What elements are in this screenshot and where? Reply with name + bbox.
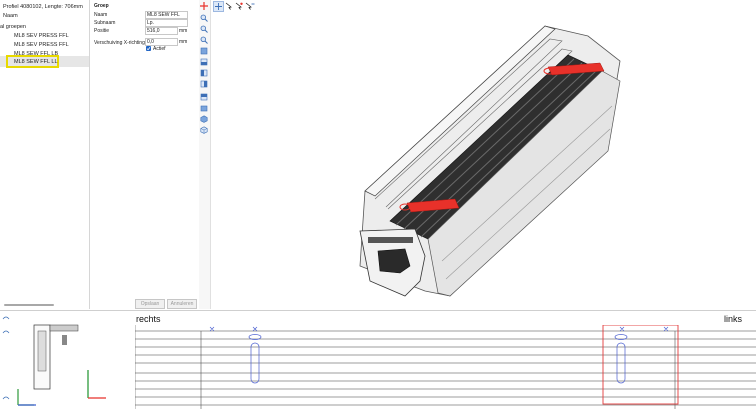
section-insert [377,248,411,274]
view-iso-icon[interactable] [200,115,208,123]
profile-side-view [135,325,756,409]
tree-group-label: al groepen [0,24,26,30]
tree-column-header[interactable]: Naam [3,12,18,20]
view-bottom-icon[interactable] [200,104,208,112]
position-field[interactable]: 516,0 [145,27,178,35]
tree-horizontal-scrollbar[interactable] [4,304,54,306]
name-field[interactable]: ML8 SEW FFL [145,11,188,19]
active-label: Actief [153,46,166,52]
view-top-icon[interactable] [200,47,208,55]
tree-item[interactable]: ML8 SEV PRESS FFL [14,41,69,49]
tree-panel: Profiel 4080102, Lengte: 706mm Naam al g… [0,0,90,309]
offset-unit: mm [179,39,188,45]
prop-label-subname: Subnaam [94,20,116,26]
section-gasket [368,237,413,243]
cancel-button[interactable]: Annuleren [167,299,197,309]
properties-section-title: Groep [94,3,109,9]
view-front-icon[interactable] [200,58,208,66]
tree-group-node[interactable]: al groepen [0,23,26,31]
view-right-icon[interactable] [200,80,208,88]
tree-item[interactable]: ML8 SEV PRESS FFL [14,32,69,40]
bottom-panel: rechts links [0,310,756,409]
crosshair-icon[interactable] [200,2,208,10]
tree-item-selected[interactable]: ML8 SEW FFL LL [14,58,58,66]
prop-label-name: Naam [94,12,108,18]
zoom-out-icon[interactable] [200,25,208,33]
zoom-in-icon[interactable] [200,14,208,22]
prop-label-offset: Verschuiving X-richting [94,40,145,46]
zoom-fit-icon[interactable] [200,36,208,44]
active-checkbox[interactable] [146,46,151,51]
left-side-label: links [724,314,743,324]
view-back-icon[interactable] [200,93,208,101]
offset-x-field[interactable]: 0,0 [145,38,178,46]
section-preview [17,324,79,406]
properties-panel: Groep Naam ML8 SEW FFL Subnaam Lp. Posit… [90,0,200,309]
checkmark-icon [146,47,151,51]
view-cube-icon[interactable] [200,126,208,134]
view-left-icon[interactable] [200,69,208,77]
save-button[interactable]: Opslaan [135,299,165,309]
move-icon[interactable] [225,2,233,10]
right-side-label: rechts [136,314,161,324]
rotate-icon[interactable] [235,2,243,10]
3d-viewport[interactable] [210,11,756,309]
prop-label-position: Positie [94,28,110,34]
profile-header: Profiel 4080102, Lengte: 706mm [3,4,83,10]
profile-3d-model [359,25,621,297]
axis-gizmo-icon [87,370,106,399]
subname-field[interactable]: Lp. [145,19,188,27]
axis-icon[interactable] [245,2,255,10]
view-toolbar [210,0,260,12]
position-unit: mm [179,28,188,34]
